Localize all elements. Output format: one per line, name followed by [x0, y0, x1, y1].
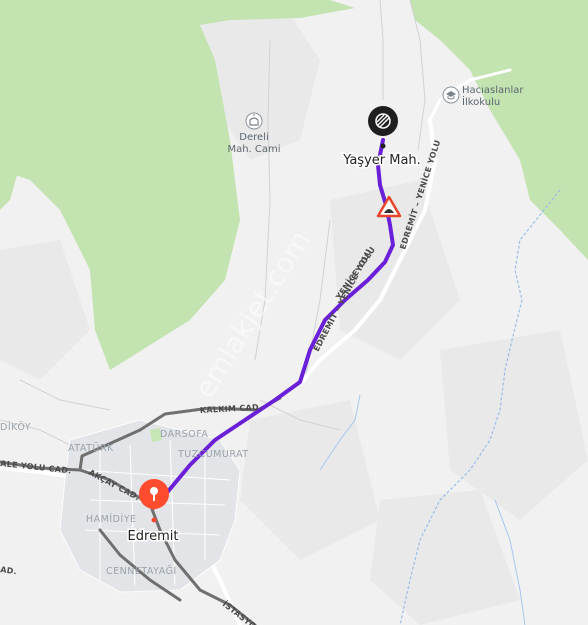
district-hamidiye: HAMİDİYE [86, 514, 137, 525]
poi-label-ilkokulu: İlkokulu [462, 95, 500, 108]
mosque-icon [245, 112, 263, 130]
place-label-edremit: Edremit [128, 529, 179, 544]
district-darsofa: DARSOFA [160, 429, 208, 440]
district-tuzcumurat: TUZCUMURAT [177, 449, 249, 460]
poi-label-dereli: Dereli [239, 132, 268, 143]
place-label-yasyer: Yaşyer Mah. [342, 153, 421, 168]
start-dot [151, 517, 157, 523]
school-icon [442, 86, 460, 104]
district-cennetayagi: CENNETAYAĞI [106, 565, 177, 577]
poi-label-dereli-cami: Mah. Cami [227, 144, 280, 155]
destination-dot [380, 143, 386, 149]
destination-flag-icon [368, 106, 398, 136]
poi-label-haciaslanlar: Hacıaslanlar [462, 85, 524, 96]
map-canvas[interactable]: EDREMİT – YENİCE YOLU YENİCE YOLU EDREMİ… [0, 0, 588, 625]
district-dikoy: DİKÖY [0, 422, 31, 433]
district-ataturk: ATATÜRK [68, 443, 114, 454]
